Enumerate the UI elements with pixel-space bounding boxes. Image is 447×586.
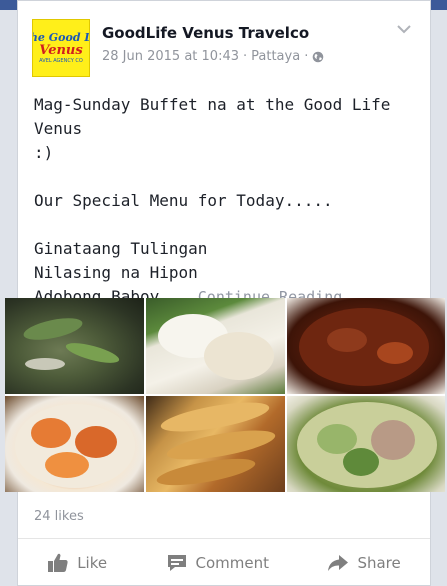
divider (18, 538, 430, 539)
meta-separator: · (243, 49, 248, 64)
chevron-down-icon[interactable] (396, 23, 412, 35)
action-bar: Like Comment Share (18, 545, 430, 581)
post-line: Ginataang Tulingan (34, 239, 208, 258)
post-location[interactable]: Pattaya (251, 49, 300, 64)
logo-text-main: Venus (39, 42, 83, 58)
post-line: Mag-Sunday Buffet na at the Good Life Ve… (34, 95, 391, 138)
comment-button[interactable]: Comment (166, 553, 270, 573)
photo-soup[interactable] (287, 396, 445, 492)
post-timestamp[interactable]: 28 Jun 2015 at 10:43 (102, 49, 239, 64)
meta-separator: · (304, 49, 309, 64)
page-avatar-logo[interactable]: he Good L Venus AVEL AGENCY CO (32, 19, 90, 77)
author-name[interactable]: GoodLife Venus Travelco (102, 24, 309, 42)
post-text: Mag-Sunday Buffet na at the Good Life Ve… (34, 93, 420, 309)
like-label: Like (77, 554, 108, 572)
thumbs-up-icon (48, 553, 68, 572)
photo-ginataang-tulingan[interactable] (5, 298, 144, 394)
logo-text-bottom: AVEL AGENCY CO (39, 57, 83, 64)
comment-icon (167, 555, 186, 571)
comment-label: Comment (195, 554, 270, 572)
globe-icon (313, 51, 324, 62)
share-arrow-icon (328, 555, 349, 571)
likes-count[interactable]: 24 likes (34, 509, 84, 524)
photo-lumpia[interactable] (146, 396, 285, 492)
photo-nilasing-na-hipon[interactable] (5, 396, 144, 492)
logo-text-top: he Good L (32, 30, 90, 44)
share-label: Share (357, 554, 401, 572)
post-line: :) (34, 143, 54, 162)
post-card: he Good L Venus AVEL AGENCY CO GoodLife … (17, 0, 431, 586)
photo-adobong-baboy[interactable] (287, 298, 445, 394)
post-meta: 28 Jun 2015 at 10:43 · Pattaya · (102, 49, 324, 64)
post-header: he Good L Venus AVEL AGENCY CO GoodLife … (32, 19, 418, 79)
photo-rice[interactable] (146, 298, 285, 394)
post-line: Our Special Menu for Today..... (34, 191, 333, 210)
post-line: Nilasing na Hipon (34, 263, 198, 282)
photo-collage[interactable] (5, 298, 445, 492)
share-button[interactable]: Share (327, 553, 401, 573)
like-button[interactable]: Like (47, 553, 107, 573)
